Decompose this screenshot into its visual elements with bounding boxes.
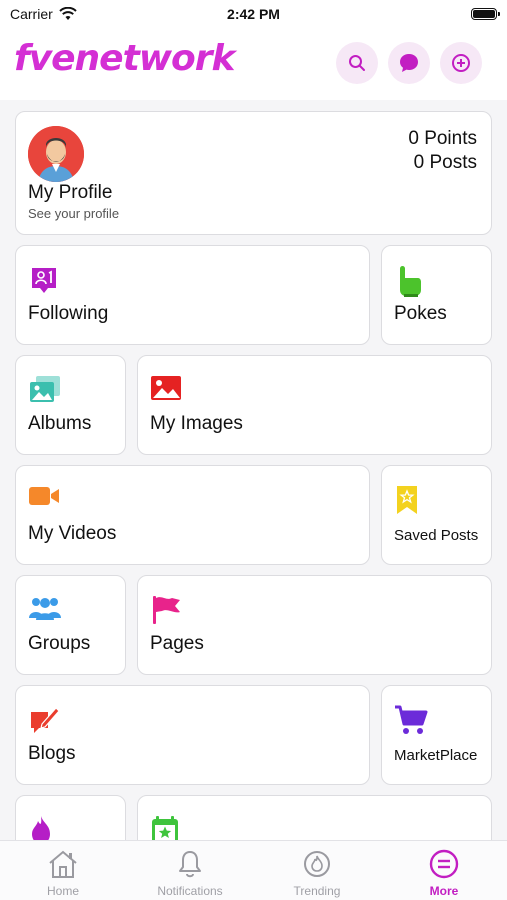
profile-card[interactable]: My Profile See your profile 0 Points 0 P… [15,111,492,235]
menu-item-pokes[interactable]: Pokes [381,245,492,345]
tab-notifications[interactable]: Notifications [127,841,253,900]
profile-title: My Profile [28,182,113,203]
bottom-tab-bar: Home Notifications Trending More [0,840,507,900]
menu-item-following[interactable]: Following [15,245,370,345]
posts-count: 0 Posts [413,152,477,173]
more-menu-grid: My Profile See your profile 0 Points 0 P… [0,100,507,840]
pokes-label: Pokes [394,303,447,324]
flag-icon [153,596,180,624]
create-post-button[interactable] [440,42,482,84]
menu-item-pages[interactable]: Pages [137,575,492,675]
image-icon [151,376,181,400]
tab-home-label: Home [46,884,79,898]
calendar-star-icon [152,816,178,840]
search-button[interactable] [336,42,378,84]
my-videos-label: My Videos [28,523,117,544]
add-circle-icon [452,54,470,72]
menu-circle-icon [429,849,459,879]
poke-hand-icon [400,266,421,297]
my-images-label: My Images [150,413,243,434]
groups-icon [29,598,61,620]
blogs-label: Blogs [28,743,76,764]
menu-item-groups[interactable]: Groups [15,575,126,675]
groups-label: Groups [28,633,91,654]
app-logo: fvenetwork [14,38,235,79]
following-icon [32,268,56,293]
menu-item-my-videos[interactable]: My Videos [15,465,370,565]
shopping-cart-icon [395,705,428,734]
bell-icon [179,851,201,878]
status-bar: Carrier 2:42 PM [0,0,507,30]
tab-more-label: More [429,884,459,898]
albums-icon [30,376,60,402]
app-header: fvenetwork [0,30,507,100]
status-time: 2:42 PM [227,6,280,22]
blog-edit-icon [31,707,60,733]
avatar [28,126,84,182]
tab-trending[interactable]: Trending [254,841,380,900]
messages-button[interactable] [388,42,430,84]
tab-home[interactable]: Home [0,841,126,900]
menu-item-blogs[interactable]: Blogs [15,685,370,785]
home-icon [49,850,77,878]
menu-item-partial-left[interactable] [15,795,126,840]
video-camera-icon [29,487,59,505]
menu-item-my-images[interactable]: My Images [137,355,492,455]
tab-more[interactable]: More [381,841,507,900]
search-icon [349,55,365,71]
tab-notifications-label: Notifications [157,884,223,898]
fire-icon [32,816,50,840]
tab-trending-label: Trending [293,884,341,898]
bookmark-icon [397,486,417,514]
menu-item-saved-posts[interactable]: Saved Posts [381,465,492,565]
menu-item-marketplace[interactable]: MarketPlace [381,685,492,785]
saved-posts-label: Saved Posts [394,527,479,544]
trending-fire-icon [304,851,330,877]
following-label: Following [28,303,109,324]
menu-item-partial-right[interactable] [137,795,492,840]
pages-label: Pages [150,633,204,654]
marketplace-label: MarketPlace [394,747,478,764]
albums-label: Albums [28,413,92,434]
menu-item-albums[interactable]: Albums [15,355,126,455]
points-count: 0 Points [408,128,477,149]
battery-icon [471,8,500,20]
profile-subtitle: See your profile [28,206,120,221]
chat-icon [400,54,418,72]
